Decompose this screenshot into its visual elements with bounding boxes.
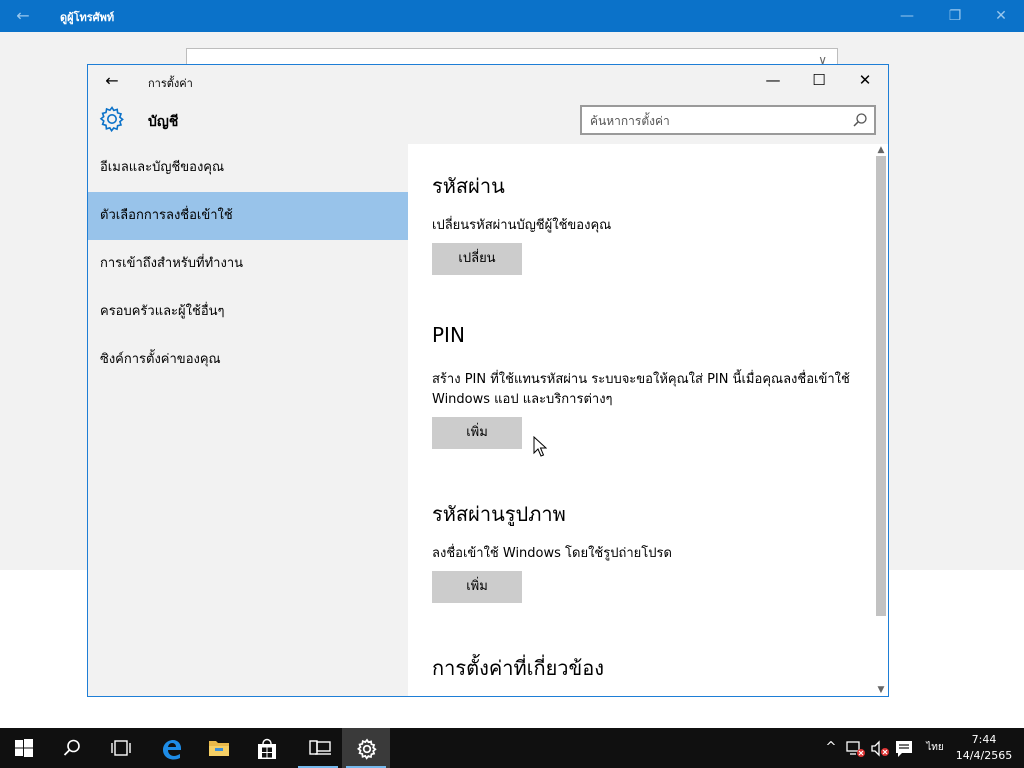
gear-icon bbox=[99, 106, 124, 133]
content-pane: รหัสผ่าน เปลี่ยนรหัสผ่านบัญชีผู้ใช้ของคุ… bbox=[408, 144, 874, 696]
add-picture-password-button[interactable]: เพิ่ม bbox=[432, 571, 522, 603]
clock-time: 7:44 bbox=[971, 733, 997, 746]
pin-description: สร้าง PIN ที่ใช้แทนรหัสผ่าน ระบบจะขอให้ค… bbox=[432, 372, 850, 407]
sidebar-item-sync-settings[interactable]: ซิงค์การตั้งค่าของคุณ bbox=[88, 336, 408, 384]
add-pin-button[interactable]: เพิ่ม bbox=[432, 417, 522, 449]
action-center-icon[interactable] bbox=[894, 739, 914, 759]
picture-password-description: ลงชื่อเข้าใช้ Windows โดยใช้รูปถ่ายโปรด bbox=[432, 546, 672, 561]
scroll-down-arrow-icon[interactable]: ▼ bbox=[874, 684, 888, 696]
scroll-up-arrow-icon[interactable]: ▲ bbox=[874, 144, 888, 156]
edge-button[interactable] bbox=[146, 728, 194, 768]
background-back-button[interactable]: ← bbox=[12, 6, 34, 26]
settings-window: ← การตั้งค่า — ☐ ✕ บัญชี อีเมลและบัญชีขอ… bbox=[87, 64, 889, 697]
sidebar-item-work-access[interactable]: การเข้าถึงสำหรับที่ทำงาน bbox=[88, 240, 408, 288]
background-app-titlebar: ← ดูผู้โทรศัพท์ — ❐ ✕ bbox=[0, 0, 1024, 32]
taskbar: ^ ไทย 7:44 14/4/2565 bbox=[0, 728, 1024, 768]
taskbar-search-button[interactable] bbox=[48, 728, 96, 768]
search-icon bbox=[63, 739, 80, 756]
taskbar-clock[interactable]: 7:44 14/4/2565 bbox=[952, 732, 1016, 764]
window-close-button[interactable]: ✕ bbox=[842, 65, 888, 96]
window-minimize-button[interactable]: — bbox=[750, 65, 796, 96]
input-language-indicator[interactable]: ไทย bbox=[920, 728, 950, 768]
folder-icon bbox=[209, 741, 229, 756]
phone-companion-icon bbox=[309, 740, 331, 755]
start-button[interactable] bbox=[0, 728, 48, 768]
show-hidden-icons-chevron-icon[interactable]: ^ bbox=[820, 728, 842, 768]
store-button[interactable] bbox=[242, 728, 290, 768]
window-maximize-button[interactable]: ☐ bbox=[796, 65, 842, 96]
task-view-icon bbox=[111, 740, 131, 756]
file-explorer-button[interactable] bbox=[194, 728, 242, 768]
change-password-button[interactable]: เปลี่ยน bbox=[432, 243, 522, 275]
related-settings-heading: การตั้งค่าที่เกี่ยวข้อง bbox=[432, 656, 604, 680]
clock-date: 14/4/2565 bbox=[955, 749, 1013, 762]
password-description: เปลี่ยนรหัสผ่านบัญชีผู้ใช้ของคุณ bbox=[432, 218, 612, 233]
sidebar-item-family-users[interactable]: ครอบครัวและผู้ใช้อื่นๆ bbox=[88, 288, 408, 336]
task-view-button[interactable] bbox=[96, 728, 144, 768]
password-heading: รหัสผ่าน bbox=[432, 174, 505, 198]
pin-heading: PIN bbox=[432, 323, 465, 347]
picture-password-heading: รหัสผ่านรูปภาพ bbox=[432, 502, 566, 526]
background-app-title: ดูผู้โทรศัพท์ bbox=[60, 11, 115, 24]
scrollbar-thumb[interactable] bbox=[876, 156, 886, 616]
search-icon[interactable] bbox=[852, 112, 868, 128]
edge-icon bbox=[163, 740, 181, 760]
background-restore-button[interactable]: ❐ bbox=[932, 0, 978, 32]
windows-logo-icon bbox=[15, 739, 33, 757]
volume-muted-icon[interactable] bbox=[870, 740, 890, 758]
store-icon bbox=[258, 738, 276, 759]
background-minimize-button[interactable]: — bbox=[884, 0, 930, 32]
background-close-button[interactable]: ✕ bbox=[978, 0, 1024, 32]
mouse-cursor-icon bbox=[533, 436, 547, 457]
window-back-button[interactable]: ← bbox=[100, 70, 124, 92]
search-box[interactable] bbox=[580, 105, 876, 135]
vertical-scrollbar[interactable]: ▲ ▼ bbox=[874, 144, 888, 696]
sidebar: อีเมลและบัญชีของคุณ ตัวเลือกการลงชื่อเข้… bbox=[88, 144, 408, 384]
page-title: บัญชี bbox=[148, 114, 179, 130]
search-input[interactable] bbox=[590, 112, 840, 130]
gear-icon bbox=[356, 738, 377, 760]
window-title: การตั้งค่า bbox=[148, 77, 193, 90]
sidebar-item-email-accounts[interactable]: อีเมลและบัญชีของคุณ bbox=[88, 144, 408, 192]
network-disconnected-icon[interactable] bbox=[846, 740, 866, 758]
phone-companion-button[interactable] bbox=[294, 728, 342, 768]
sidebar-item-sign-in-options[interactable]: ตัวเลือกการลงชื่อเข้าใช้ bbox=[88, 192, 408, 240]
settings-taskbar-button[interactable] bbox=[342, 728, 390, 768]
